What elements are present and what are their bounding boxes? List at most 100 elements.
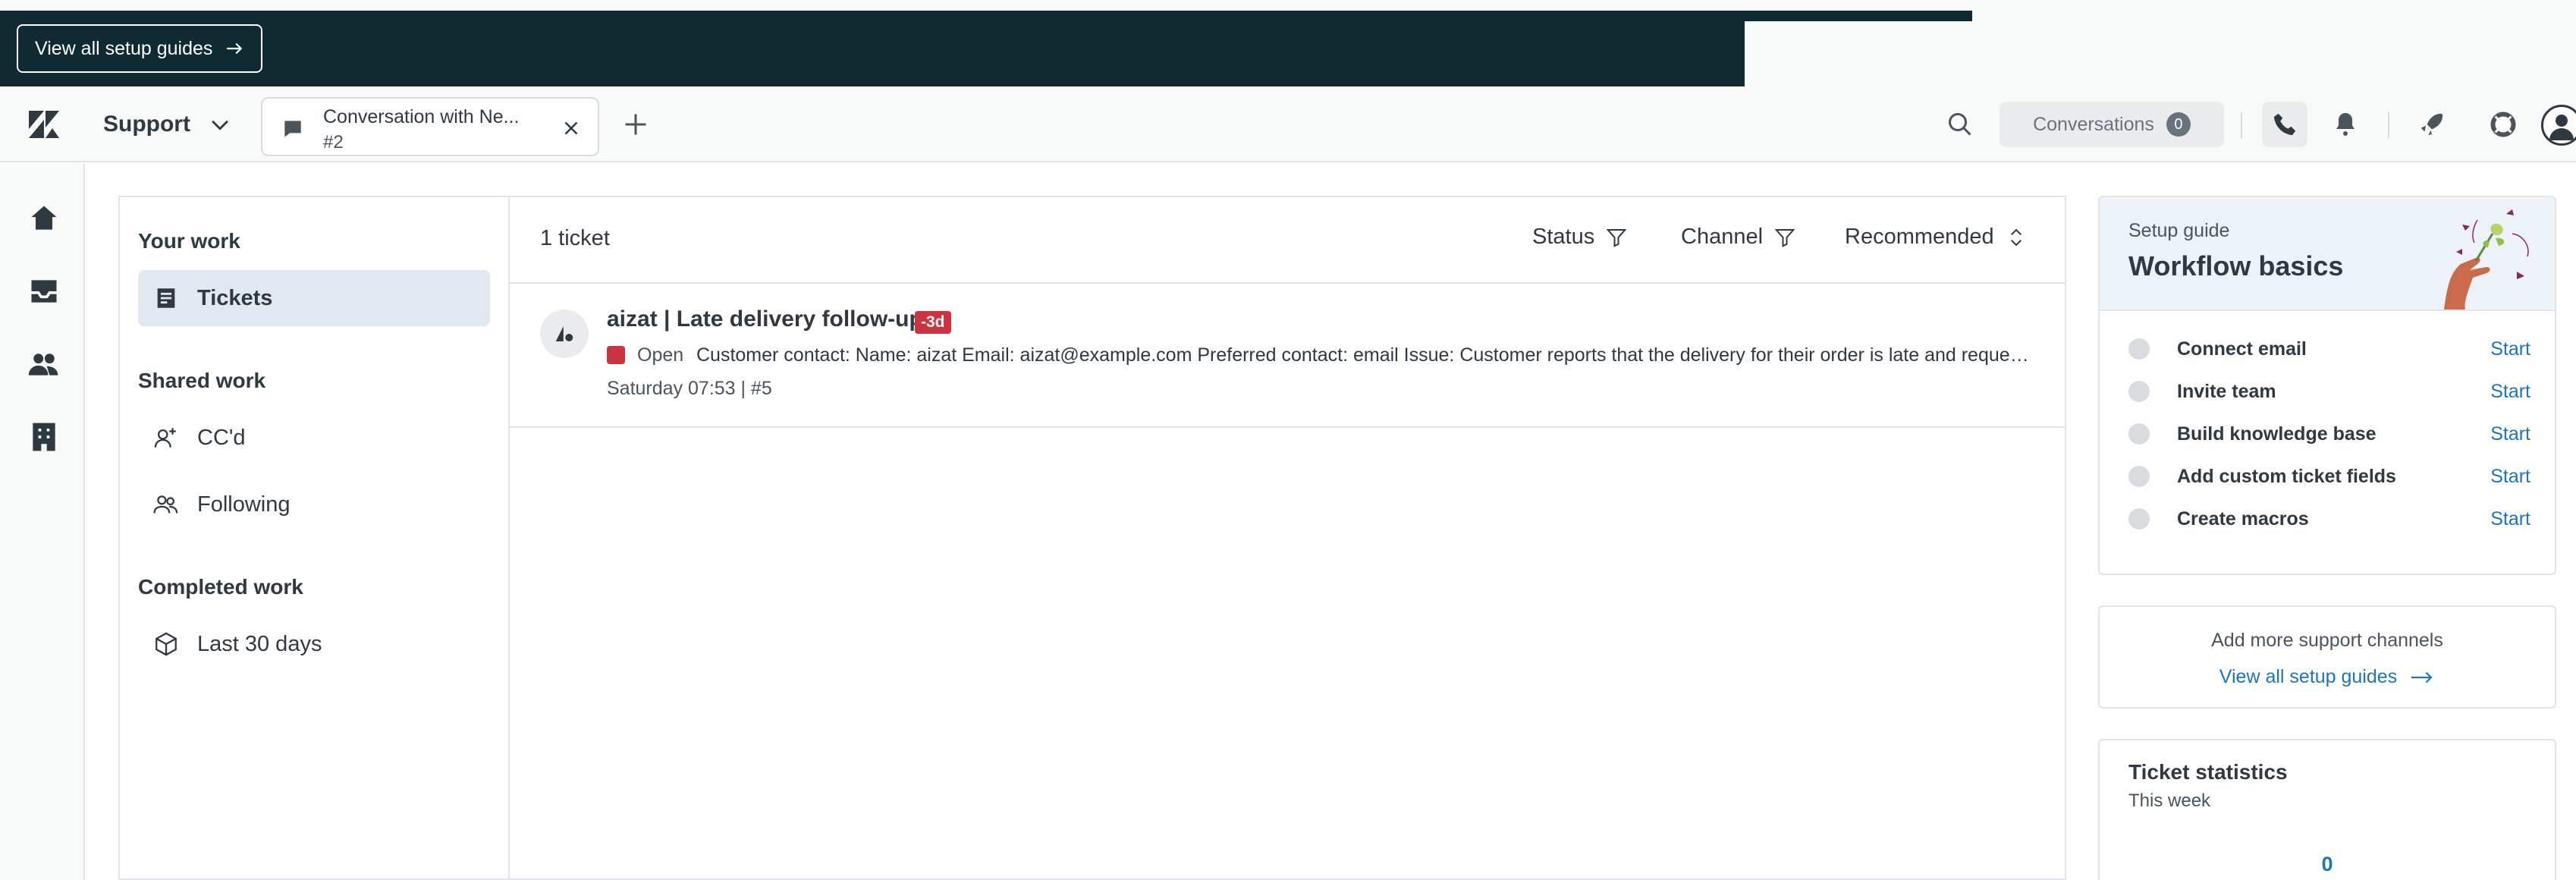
setup-item-label: Build knowledge base xyxy=(2177,423,2377,445)
notifications-button[interactable] xyxy=(2330,109,2361,140)
user-plus-icon xyxy=(154,428,176,448)
ticket-preview: Customer contact: Name: aizat Email: aiz… xyxy=(696,344,2031,366)
product-switcher[interactable]: Support xyxy=(103,108,233,141)
tickets-icon xyxy=(157,288,175,308)
view-all-setup-guides-button[interactable]: View all setup guides xyxy=(17,24,263,73)
start-link[interactable]: Start xyxy=(2490,338,2530,360)
setup-item-invite-team: Invite team Start xyxy=(2128,376,2530,407)
ticket-meta: Saturday 07:53 | #5 xyxy=(607,378,772,399)
channel-filter[interactable]: Channel xyxy=(1681,225,1796,250)
view-tickets-label: Tickets xyxy=(197,285,273,310)
incomplete-step-icon xyxy=(2128,423,2150,445)
zendesk-logo-icon[interactable] xyxy=(27,109,61,140)
help-button[interactable] xyxy=(2488,109,2518,140)
product-label: Support xyxy=(103,112,190,137)
setup-item-label: Connect email xyxy=(2177,338,2307,360)
bell-icon xyxy=(2336,113,2355,136)
ticket-statistics-card: Ticket statistics This week 0 xyxy=(2098,739,2556,880)
row-divider xyxy=(510,426,2065,428)
users-icon xyxy=(153,495,178,514)
home-icon[interactable] xyxy=(27,202,61,235)
header-divider xyxy=(2388,112,2389,138)
customers-icon[interactable] xyxy=(27,347,61,381)
chat-bubble-icon xyxy=(284,121,301,137)
tab-title: Conversation with Ne... xyxy=(323,106,520,127)
shared-work-heading: Shared work xyxy=(138,369,266,392)
ticket-list: 1 ticket Status Channel Recommended aiza… xyxy=(508,196,2066,880)
incomplete-step-icon xyxy=(2128,508,2150,530)
view-ccd[interactable]: CC'd xyxy=(138,410,490,466)
ticket-subject[interactable]: aizat | Late delivery follow-up xyxy=(607,306,923,332)
lifebuoy-icon xyxy=(2490,112,2516,137)
completed-work-heading: Completed work xyxy=(138,575,303,599)
setup-guide-card: Setup guide Workflow basics Connect emai… xyxy=(2098,196,2556,575)
search-icon[interactable] xyxy=(1946,111,1974,138)
sort-dropdown[interactable]: Recommended xyxy=(1845,225,2028,250)
sort-label: Recommended xyxy=(1845,225,1994,249)
view-last-30-days-label: Last 30 days xyxy=(197,631,322,656)
add-tab-icon[interactable] xyxy=(622,111,649,138)
ticket-avatar xyxy=(540,310,589,358)
setup-item-create-macros: Create macros Start xyxy=(2128,504,2530,534)
incomplete-step-icon xyxy=(2128,381,2150,402)
tab-conversation[interactable]: Conversation with Ne... #2 xyxy=(261,97,599,156)
ticket-row[interactable]: aizat | Late delivery follow-up -3d Open… xyxy=(510,284,2065,426)
filter-icon xyxy=(1774,228,1795,247)
setup-item-custom-ticket-fields: Add custom ticket fields Start xyxy=(2128,461,2530,492)
tab-subtitle: #2 xyxy=(323,132,344,152)
setup-item-label: Invite team xyxy=(2177,380,2276,402)
more-channels-link-label: View all setup guides xyxy=(2219,666,2398,687)
setup-item-label: Create macros xyxy=(2177,508,2309,530)
setup-guide-header: Setup guide Workflow basics xyxy=(2100,197,2555,311)
inbox-icon[interactable] xyxy=(27,275,61,308)
view-ccd-label: CC'd xyxy=(197,425,246,450)
phone-button[interactable] xyxy=(2262,102,2307,147)
filter-icon xyxy=(1606,228,1627,247)
arrow-right-icon xyxy=(2411,671,2433,683)
setup-item-build-knowledge-base: Build knowledge base Start xyxy=(2128,419,2530,449)
header-divider xyxy=(2241,112,2242,138)
close-icon[interactable] xyxy=(560,117,583,140)
your-work-heading: Your work xyxy=(138,229,240,253)
status-indicator xyxy=(607,346,625,364)
setup-guide-title: Workflow basics xyxy=(2128,250,2344,281)
view-all-setup-guides-link[interactable]: View all setup guides xyxy=(2100,666,2555,688)
sort-icon xyxy=(2010,228,2022,246)
start-link[interactable]: Start xyxy=(2490,423,2530,445)
conversations-button[interactable]: Conversations 0 xyxy=(2000,102,2224,147)
banner-light-area xyxy=(1745,21,2576,86)
incomplete-step-icon xyxy=(2128,338,2150,360)
user-avatar[interactable] xyxy=(2541,105,2576,146)
guides-button-label: View all setup guides xyxy=(35,37,213,59)
start-link[interactable]: Start xyxy=(2490,466,2530,488)
view-following-label: Following xyxy=(197,492,291,517)
left-navigation xyxy=(0,164,85,880)
setup-item-connect-email: Connect email Start xyxy=(2128,334,2530,364)
top-header: Support Conversation with Ne... #2 Conve… xyxy=(0,86,2576,162)
box-icon xyxy=(156,632,177,656)
status-filter[interactable]: Status xyxy=(1532,225,1628,250)
organizations-icon[interactable] xyxy=(27,420,61,454)
hand-with-plant-illustration-icon xyxy=(2444,209,2529,310)
phone-icon xyxy=(2273,113,2296,136)
ticket-statistics-title: Ticket statistics xyxy=(2128,760,2288,784)
setup-guide-kicker: Setup guide xyxy=(2128,220,2230,241)
getting-started-button[interactable] xyxy=(2417,109,2447,140)
start-link[interactable]: Start xyxy=(2490,381,2530,403)
incomplete-step-icon xyxy=(2128,466,2150,487)
view-tickets[interactable]: Tickets xyxy=(138,270,490,326)
ticket-count: 1 ticket xyxy=(540,226,610,250)
view-following[interactable]: Following xyxy=(138,476,490,533)
conversations-label: Conversations xyxy=(2033,113,2154,135)
more-channels-text: Add more support channels xyxy=(2211,630,2443,651)
zendesk-mark-icon xyxy=(555,326,573,341)
ticket-statistics-value[interactable]: 0 xyxy=(2100,853,2555,876)
ticket-status: Open xyxy=(637,344,684,366)
chevron-down-icon xyxy=(212,120,228,130)
view-last-30-days[interactable]: Last 30 days xyxy=(138,616,490,672)
rocket-icon xyxy=(2420,113,2443,136)
conversations-count-badge: 0 xyxy=(2166,112,2191,137)
start-link[interactable]: Start xyxy=(2490,508,2530,530)
status-filter-label: Status xyxy=(1532,225,1595,249)
channel-filter-label: Channel xyxy=(1681,225,1764,249)
